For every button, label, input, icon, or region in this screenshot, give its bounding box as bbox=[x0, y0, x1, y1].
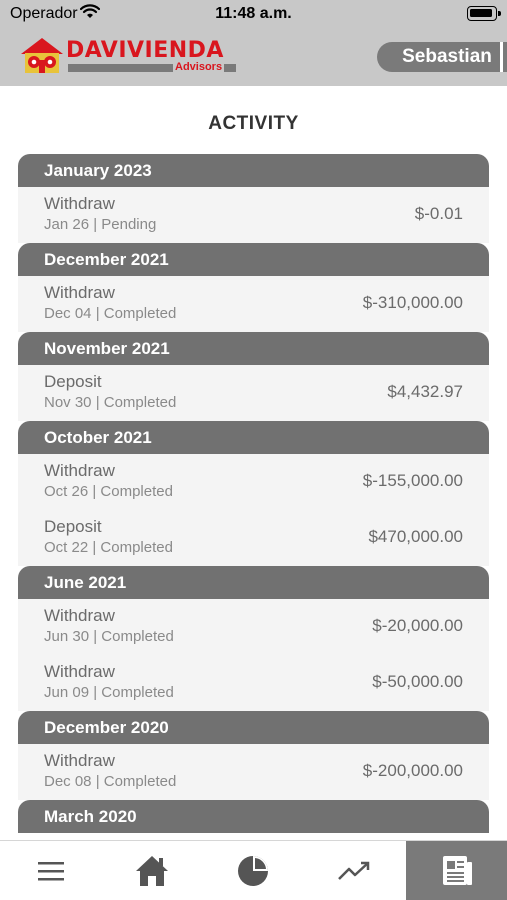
transaction-type: Withdraw bbox=[44, 461, 115, 480]
app-header: DAVIVIENDA Advisors Sebastian bbox=[0, 28, 507, 86]
tab-menu[interactable] bbox=[0, 841, 101, 900]
trending-up-icon bbox=[337, 861, 369, 880]
transaction-row[interactable]: Withdraw Dec 08 | Completed $-200,000.00 bbox=[18, 744, 489, 800]
activity-group: March 2020 bbox=[18, 800, 489, 833]
tab-portfolio[interactable] bbox=[202, 841, 303, 900]
transaction-type: Withdraw bbox=[44, 606, 115, 625]
battery-icon bbox=[467, 6, 501, 21]
status-bar: Operador 11:48 a.m. bbox=[0, 0, 507, 28]
month-header: March 2020 bbox=[18, 800, 489, 833]
month-header: October 2021 bbox=[18, 421, 489, 454]
tab-performance[interactable] bbox=[303, 841, 404, 900]
clock: 11:48 a.m. bbox=[215, 5, 292, 22]
month-header: January 2023 bbox=[18, 154, 489, 187]
month-header: December 2020 bbox=[18, 711, 489, 744]
transaction-type: Withdraw bbox=[44, 751, 115, 770]
transaction-amount: $-200,000.00 bbox=[362, 761, 463, 780]
menu-icon bbox=[37, 862, 64, 881]
logo-wordmark: DAVIVIENDA bbox=[66, 38, 224, 63]
activity-group: December 2020 Withdraw Dec 08 | Completed $… bbox=[18, 711, 489, 800]
transaction-row[interactable]: Withdraw Jan 26 | Pending $-0.01 bbox=[18, 187, 489, 243]
activity-list[interactable]: January 2023 Withdraw Jan 26 | Pending $-0.… bbox=[18, 154, 489, 840]
transaction-row[interactable]: Withdraw Jun 30 | Completed $-20,000.00 bbox=[18, 599, 489, 655]
transaction-amount: $470,000.00 bbox=[368, 527, 463, 546]
statement-icon bbox=[442, 856, 472, 885]
transaction-type: Withdraw bbox=[44, 283, 115, 302]
tab-home[interactable] bbox=[101, 841, 202, 900]
transaction-amount: $-50,000.00 bbox=[372, 672, 463, 691]
home-icon bbox=[135, 856, 168, 886]
transaction-date-status: Oct 22 | Completed bbox=[44, 539, 173, 556]
transaction-row[interactable]: Deposit Nov 30 | Completed $4,432.97 bbox=[18, 365, 489, 421]
transaction-row[interactable]: Deposit Oct 22 | Completed $470,000.00 bbox=[18, 510, 489, 566]
transaction-date-status: Dec 08 | Completed bbox=[44, 773, 177, 790]
transaction-row[interactable]: Withdraw Dec 04 | Completed $-310,000.00 bbox=[18, 276, 489, 332]
davivienda-logo: DAVIVIENDA Advisors bbox=[18, 36, 248, 76]
activity-group: January 2023 Withdraw Jan 26 | Pending $-0.… bbox=[18, 154, 489, 243]
activity-group: October 2021 Withdraw Oct 26 | Completed $-… bbox=[18, 421, 489, 566]
activity-group: June 2021 Withdraw Jun 30 | Completed $-20,… bbox=[18, 566, 489, 711]
transaction-row[interactable]: Withdraw Oct 26 | Completed $-155,000.00 bbox=[18, 454, 489, 510]
month-header: June 2021 bbox=[18, 566, 489, 599]
transaction-date-status: Nov 30 | Completed bbox=[44, 394, 177, 411]
transaction-date-status: Jan 26 | Pending bbox=[44, 216, 157, 233]
pie-chart-icon bbox=[237, 856, 268, 886]
transaction-type: Withdraw bbox=[44, 662, 115, 681]
tab-activity[interactable] bbox=[406, 841, 507, 900]
user-name-button[interactable]: Sebastian bbox=[377, 42, 507, 72]
transaction-date-status: Jun 09 | Completed bbox=[44, 684, 174, 701]
house-logo-icon bbox=[21, 38, 63, 73]
transaction-amount: $-310,000.00 bbox=[362, 293, 463, 312]
month-header: November 2021 bbox=[18, 332, 489, 365]
month-header: December 2021 bbox=[18, 243, 489, 276]
transaction-type: Deposit bbox=[44, 372, 102, 391]
page-title: ACTIVITY bbox=[208, 113, 299, 134]
transaction-row[interactable]: Withdraw Jun 09 | Completed $-50,000.00 bbox=[18, 655, 489, 711]
transaction-amount: $-20,000.00 bbox=[372, 616, 463, 635]
activity-group: November 2021 Deposit Nov 30 | Completed $4… bbox=[18, 332, 489, 421]
logo-subtitle: Advisors bbox=[173, 61, 225, 73]
transaction-amount: $-0.01 bbox=[414, 204, 463, 223]
activity-group: December 2021 Withdraw Dec 04 | Completed $… bbox=[18, 243, 489, 332]
transaction-amount: $4,432.97 bbox=[387, 382, 463, 401]
transaction-date-status: Dec 04 | Completed bbox=[44, 305, 177, 322]
transaction-amount: $-155,000.00 bbox=[362, 471, 463, 490]
transaction-date-status: Oct 26 | Completed bbox=[44, 483, 173, 500]
transaction-type: Deposit bbox=[44, 517, 102, 536]
tab-bar bbox=[0, 840, 507, 900]
transaction-type: Withdraw bbox=[44, 194, 115, 213]
transaction-date-status: Jun 30 | Completed bbox=[44, 628, 174, 645]
